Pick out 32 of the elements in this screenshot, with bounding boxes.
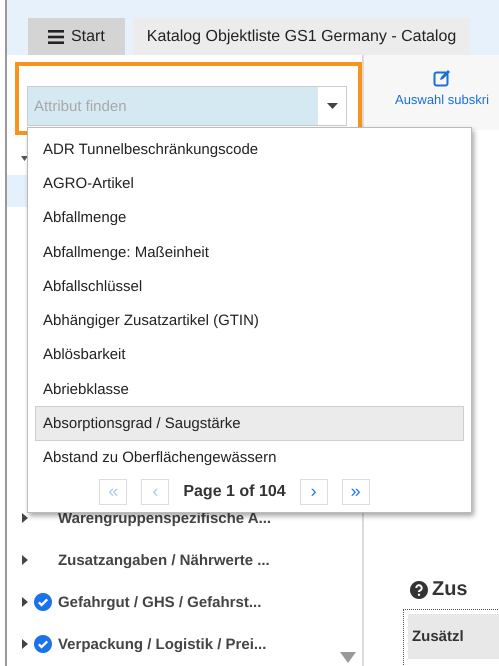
tree-item[interactable]: Warengruppenspezifische A... bbox=[58, 510, 272, 526]
pager-button[interactable]: » bbox=[342, 478, 370, 505]
page-info: Page 1 of 104 bbox=[183, 482, 286, 501]
tab[interactable]: Start bbox=[28, 18, 125, 55]
dropdown-item[interactable]: Abstand zu Oberflächengewässern bbox=[35, 440, 464, 475]
dropdown-item[interactable]: Abriebklasse bbox=[35, 372, 464, 406]
expand-icon bbox=[22, 639, 28, 649]
help-icon bbox=[410, 580, 428, 598]
tree-item[interactable]: Verpackung / Logistik / Prei... bbox=[58, 636, 266, 652]
dropdown-item[interactable]: Abfallmenge bbox=[35, 200, 464, 235]
dropdown-item[interactable]: Abfallmenge: Maßeinheit bbox=[35, 234, 464, 270]
dropdown-item[interactable]: ADR Tunnelbeschränkungscode bbox=[35, 132, 464, 166]
expand-icon bbox=[22, 513, 28, 523]
column-header: Zusätzl bbox=[408, 614, 499, 659]
edit-icon bbox=[433, 69, 451, 87]
expand-icon bbox=[22, 597, 28, 607]
pager-button[interactable]: › bbox=[300, 478, 328, 505]
tab[interactable]: Katalog Objektliste GS1 Germany - Catalog bbox=[132, 18, 470, 55]
dropdown-item[interactable]: Ablösbarkeit bbox=[35, 338, 464, 372]
menu-icon bbox=[48, 30, 64, 44]
dropdown-item[interactable]: Abhängiger Zusatzartikel (GTIN) bbox=[35, 303, 464, 338]
caret-icon bbox=[326, 103, 338, 109]
expand-icon bbox=[22, 555, 28, 565]
dropdown-item[interactable]: AGRO-Artikel bbox=[35, 166, 464, 201]
dropdown-item[interactable]: Abfallschlüssel bbox=[35, 269, 464, 304]
tree-item[interactable]: Zusatzangaben / Nährwerte ... bbox=[58, 552, 270, 568]
search-field[interactable]: Attribut finden bbox=[27, 86, 347, 126]
scroll-down-icon[interactable] bbox=[340, 652, 356, 663]
dropdown-item[interactable]: Absorptionsgrad / Saugstärke bbox=[35, 406, 464, 441]
tree-item[interactable]: Gefahrgut / GHS / Gefahrst... bbox=[58, 594, 262, 610]
caret-icon bbox=[21, 156, 28, 160]
section-title: Zus bbox=[432, 578, 468, 601]
